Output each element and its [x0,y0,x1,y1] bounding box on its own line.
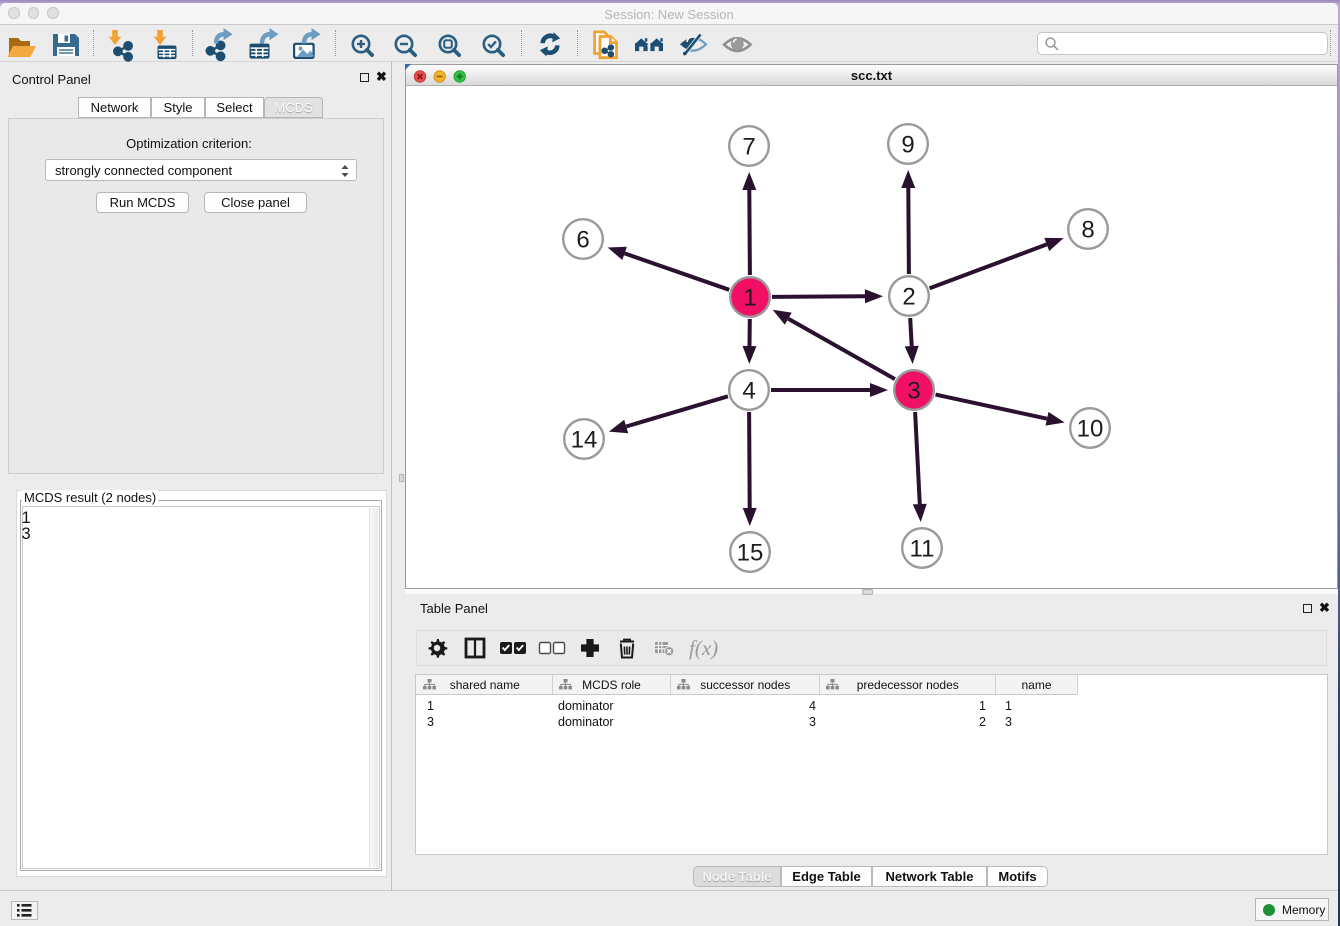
svg-text:6: 6 [576,227,589,254]
svg-text:2: 2 [902,284,915,311]
svg-text:14: 14 [571,427,598,454]
svg-text:4: 4 [742,378,755,405]
svg-text:8: 8 [1081,217,1094,244]
svg-text:11: 11 [910,536,935,563]
svg-text:9: 9 [901,132,914,159]
svg-text:3: 3 [907,378,920,405]
svg-text:f(x): f(x) [689,636,718,660]
svg-text:15: 15 [737,540,764,567]
svg-text:7: 7 [742,134,755,161]
svg-text:10: 10 [1077,416,1104,443]
svg-text:1: 1 [743,285,756,312]
